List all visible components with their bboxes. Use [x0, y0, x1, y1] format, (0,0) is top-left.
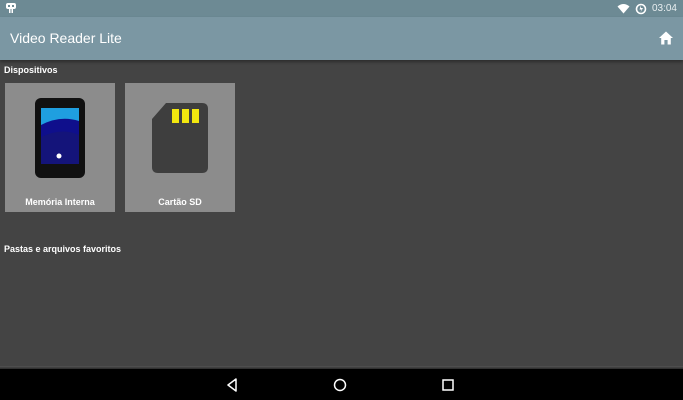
device-label-internal-memory: Memória Interna	[25, 197, 95, 207]
device-label-sd-card: Cartão SD	[158, 197, 202, 207]
sd-card-icon	[152, 103, 208, 173]
home-icon[interactable]	[332, 377, 348, 393]
app-bar: Video Reader Lite	[0, 17, 683, 60]
status-bar: 03:04	[0, 0, 683, 17]
recents-icon[interactable]	[440, 377, 456, 393]
section-title-devices: Dispositivos	[4, 65, 58, 75]
device-tile-sd-card[interactable]: Cartão SD	[125, 83, 235, 212]
section-title-favorites: Pastas e arquivos favoritos	[4, 244, 122, 254]
battery-icon	[635, 3, 647, 14]
home-icon[interactable]	[658, 30, 674, 46]
device-tile-internal-memory[interactable]: Memória Interna	[5, 83, 115, 212]
app-title: Video Reader Lite	[10, 30, 122, 46]
notification-icon	[6, 3, 16, 13]
back-icon[interactable]	[224, 377, 240, 393]
navigation-bar	[0, 369, 683, 400]
phone-icon	[35, 98, 85, 178]
wifi-icon	[617, 4, 630, 14]
status-time: 03:04	[651, 3, 677, 14]
